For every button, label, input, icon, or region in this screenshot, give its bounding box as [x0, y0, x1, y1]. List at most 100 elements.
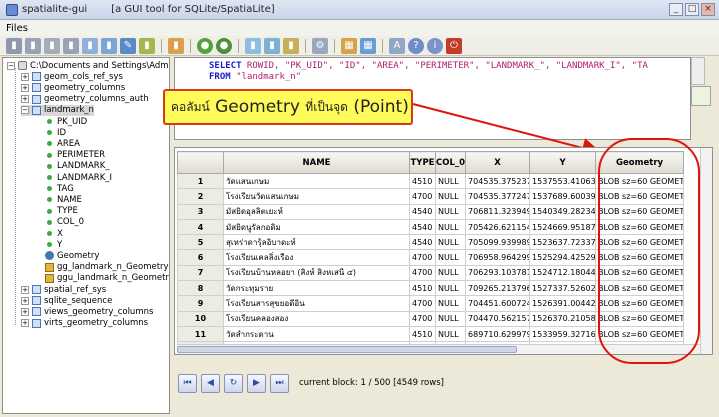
row-number[interactable]: 6	[177, 249, 224, 266]
row-number[interactable]: 4	[177, 218, 224, 236]
column-header[interactable]: COL_0	[434, 151, 467, 174]
table-cell[interactable]: สุเหร่าดารุ้ลอิบาดะห์	[223, 234, 410, 251]
table-cell[interactable]: 1525294.425293	[529, 249, 597, 266]
table-cell[interactable]: BLOB sz=60 GEOMETRY	[595, 264, 685, 282]
row-number[interactable]: 5	[177, 234, 224, 251]
load-shp-icon[interactable]: ▮	[101, 37, 117, 54]
table-cell[interactable]: BLOB sz=60 GEOMETRY	[595, 218, 685, 236]
table-cell[interactable]: 1526370.210580	[529, 310, 597, 327]
previous-block-icon[interactable]: ◀	[201, 373, 220, 393]
table-cell[interactable]: BLOB sz=60 GEOMETRY	[595, 325, 685, 343]
table-cell[interactable]: มัสยิดนูรัลกอดิม	[223, 218, 410, 236]
table-cell[interactable]: BLOB sz=60 GEOMETRY	[595, 280, 685, 297]
tree-item[interactable]: COL_0	[45, 217, 84, 228]
help-icon[interactable]: ?	[408, 37, 424, 54]
tree-item[interactable]: Geometry	[45, 250, 99, 261]
table-cell[interactable]: NULL	[434, 280, 467, 297]
tree-item[interactable]: LANDMARK_I	[45, 172, 112, 183]
tree-item[interactable]: LANDMARK_	[45, 161, 110, 172]
table-cell[interactable]: NULL	[434, 203, 467, 220]
table-cell[interactable]: โรงเรียนวัดแสนเกษม	[223, 188, 410, 205]
table-cell[interactable]: 705426.621154	[465, 218, 531, 236]
row-number[interactable]: 8	[177, 280, 224, 297]
table-cell[interactable]: 4510	[409, 280, 436, 297]
disconnect-icon[interactable]: ▮	[25, 37, 41, 54]
table-cell[interactable]: 4700	[409, 264, 436, 282]
sql-script-icon[interactable]: ▮	[82, 37, 98, 54]
tree-item[interactable]: + geometry_columns	[21, 82, 125, 93]
tree-item[interactable]: PERIMETER	[45, 150, 105, 161]
table-cell[interactable]: NULL	[434, 264, 467, 282]
dump-icon[interactable]: ▮	[283, 37, 299, 54]
table-cell[interactable]: 4540	[409, 218, 436, 236]
tree-root-database[interactable]: − C:\Documents and Settings\Adminis	[7, 60, 169, 71]
table-cell[interactable]: BLOB sz=60 GEOMETRY	[595, 203, 685, 220]
db-tree-panel[interactable]: − C:\Documents and Settings\Adminis + geom_…	[2, 57, 170, 414]
virtual-shp-icon[interactable]: ▮	[139, 37, 155, 54]
memory-db-icon[interactable]: ▮	[44, 37, 60, 54]
tree-item[interactable]: + geometry_columns_auth	[21, 94, 149, 105]
exit-icon[interactable]: ⏻	[446, 37, 462, 54]
expand-icon[interactable]: +	[21, 72, 29, 81]
table-row[interactable]: 11 วัดสำกระดาน 4510 NULL 689710.629979 153395…	[177, 325, 685, 343]
tree-item[interactable]: Y	[45, 239, 62, 250]
table-cell[interactable]: 4540	[409, 203, 436, 220]
attach-icon[interactable]: A	[389, 37, 405, 54]
table-cell[interactable]: 705099.939989	[465, 234, 531, 251]
table-cell[interactable]: 1524712.180442	[529, 264, 597, 282]
last-block-icon[interactable]: ⏭	[270, 373, 289, 393]
next-block-icon[interactable]: ▶	[247, 373, 266, 393]
table-cell[interactable]: วัดสำกระดาน	[223, 325, 410, 343]
row-number[interactable]: 2	[177, 188, 224, 205]
table-cell[interactable]: NULL	[434, 218, 467, 236]
grid-icon[interactable]: ▦	[341, 37, 357, 54]
expand-icon[interactable]: +	[21, 95, 29, 104]
expand-icon[interactable]: +	[21, 83, 29, 92]
table-cell[interactable]: 4510	[409, 172, 436, 190]
row-number[interactable]: 1	[177, 172, 224, 190]
table-cell[interactable]: วัดแสนเกษม	[223, 172, 410, 190]
collapse-icon[interactable]: −	[21, 106, 29, 115]
connect-icon[interactable]: ▮	[6, 37, 22, 54]
table-cell[interactable]: BLOB sz=60 GEOMETRY	[595, 234, 685, 251]
table-cell[interactable]: NULL	[434, 310, 467, 327]
maximize-button[interactable]: □	[685, 3, 699, 16]
table-cell[interactable]: 704470.562157	[465, 310, 531, 327]
row-number[interactable]: 7	[177, 264, 224, 282]
result-grid[interactable]: NAME TYPE COL_0 X Y Geometry 1 วัดแสนเกษม 4510 NU…	[174, 147, 713, 355]
table-cell[interactable]: 4700	[409, 188, 436, 205]
table-cell[interactable]: NULL	[434, 234, 467, 251]
table-cell[interactable]: NULL	[434, 325, 467, 343]
table-row[interactable]: 7 โรงเรียนบ้านหลอยา (สิงห์ สิงหเสนี ๔) 470…	[177, 264, 685, 282]
map-icon[interactable]: ●	[216, 37, 232, 54]
tree-item[interactable]: TAG	[45, 183, 74, 194]
table-cell[interactable]: 704535.375237	[465, 172, 531, 190]
menu-files[interactable]: Files	[6, 23, 28, 34]
save-icon[interactable]: ●	[197, 37, 213, 54]
table-cell[interactable]: NULL	[434, 172, 467, 190]
table-cell[interactable]: 4700	[409, 249, 436, 266]
tree-item[interactable]: NAME	[45, 194, 82, 205]
table-cell[interactable]: 706811.323949	[465, 203, 531, 220]
table-cell[interactable]: 706958.964299	[465, 249, 531, 266]
row-number[interactable]: 11	[177, 325, 224, 343]
column-header[interactable]: Geometry	[595, 151, 685, 174]
grid-horizontal-scrollbar[interactable]	[177, 344, 700, 354]
expand-icon[interactable]: +	[21, 319, 29, 328]
table-cell[interactable]: BLOB sz=60 GEOMETRY	[595, 172, 685, 190]
table-cell[interactable]: BLOB sz=60 GEOMETRY	[595, 188, 685, 205]
table-cell[interactable]: NULL	[434, 188, 467, 205]
table-cell[interactable]: 704451.600724	[465, 295, 531, 312]
tree-item[interactable]: + virts_geometry_columns	[21, 318, 148, 329]
sql-history-icon[interactable]	[691, 86, 711, 106]
tree-item[interactable]: + spatial_ref_sys	[21, 284, 106, 295]
table-cell[interactable]: โรงเรียนบ้านหลอยา (สิงห์ สิงหเสนี ๔)	[223, 264, 410, 282]
srid-icon[interactable]: ▮	[245, 37, 261, 54]
tree-item[interactable]: + sqlite_sequence	[21, 295, 112, 306]
table-cell[interactable]: 1537553.410637	[529, 172, 597, 190]
table-cell[interactable]: NULL	[434, 295, 467, 312]
table-cell[interactable]: 1526391.004427	[529, 295, 597, 312]
table-cell[interactable]: 4700	[409, 310, 436, 327]
table-cell[interactable]: 1533959.327166	[529, 325, 597, 343]
table-cell[interactable]: 4540	[409, 234, 436, 251]
